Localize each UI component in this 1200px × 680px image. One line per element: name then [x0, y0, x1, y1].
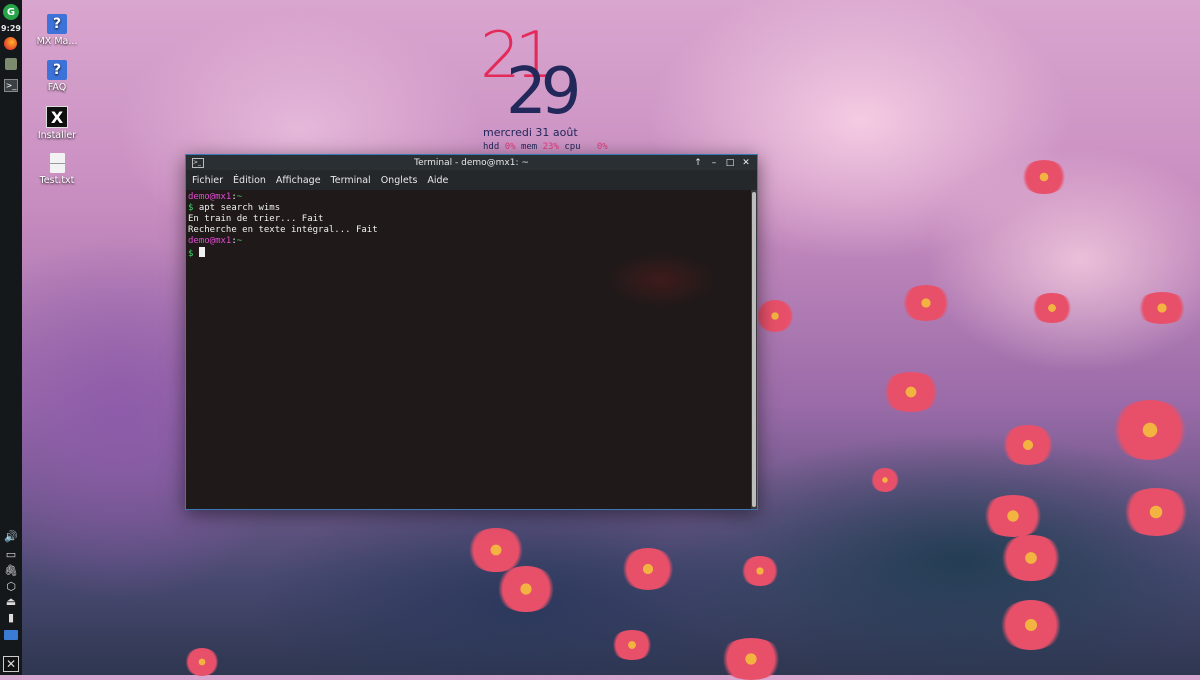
terminal-window[interactable]: >_ Terminal - demo@mx1: ~ ↑ – □ ✕ Fichie… — [185, 154, 758, 510]
file-manager-icon[interactable] — [5, 58, 17, 70]
menu-aide[interactable]: Aide — [427, 175, 448, 186]
input-line[interactable]: $ — [188, 247, 749, 259]
eject-icon[interactable]: ⏏ — [3, 593, 19, 609]
close-button[interactable]: ✕ — [741, 158, 751, 168]
mem-value: 23% — [542, 142, 559, 152]
prompt-user: demo@mx1 — [188, 192, 232, 202]
keep-above-button[interactable]: ↑ — [693, 158, 703, 168]
prompt-line: demo@mx1:~ — [188, 192, 749, 203]
window-title: Terminal - demo@mx1: ~ — [414, 157, 529, 168]
installer-icon: X — [46, 106, 68, 128]
hdd-value: 0% — [504, 142, 516, 152]
desktop-icon-label: FAQ — [47, 82, 67, 93]
window-titlebar[interactable]: >_ Terminal - demo@mx1: ~ ↑ – □ ✕ — [186, 155, 757, 170]
menu-fichier[interactable]: Fichier — [192, 175, 223, 186]
menu-bar: Fichier Édition Affichage Terminal Ongle… — [186, 170, 757, 190]
menu-edition[interactable]: Édition — [233, 175, 266, 186]
conky-stats: hdd 0% mem 23% cpu 0% — [483, 142, 608, 152]
g-app-icon[interactable]: G — [3, 4, 19, 20]
desktop-icon-installer[interactable]: X Installer — [24, 106, 90, 141]
network-icon[interactable] — [4, 630, 18, 640]
minimize-button[interactable]: – — [709, 158, 719, 168]
volume-icon[interactable]: 🔊 — [3, 528, 19, 544]
menu-onglets[interactable]: Onglets — [381, 175, 418, 186]
mem-label: mem — [520, 142, 538, 152]
desktop-icon-test-txt[interactable]: Test.txt — [24, 153, 90, 186]
help-icon: ? — [47, 14, 67, 34]
cpu-label: cpu — [564, 142, 581, 152]
battery-icon[interactable]: ▮ — [3, 609, 19, 625]
prompt-line: demo@mx1:~ — [188, 236, 749, 247]
prompt-user: demo@mx1 — [188, 236, 232, 246]
firefox-icon[interactable] — [4, 37, 17, 50]
desktop-icon-label: Test.txt — [39, 175, 75, 186]
scrollbar-thumb[interactable] — [752, 192, 756, 507]
text-cursor — [198, 247, 205, 257]
prompt-symbol: $ — [188, 249, 194, 259]
clip-icon[interactable]: 🖇 — [3, 562, 19, 578]
desktop-icon-mx-manual[interactable]: ? MX Ma... — [24, 14, 90, 47]
panel-clock[interactable]: 9:29 — [0, 24, 22, 33]
desktop-icon-label: Installer — [37, 130, 77, 141]
menu-terminal[interactable]: Terminal — [331, 175, 371, 186]
mx-menu-icon[interactable]: ✕ — [3, 656, 19, 672]
cpu-value: 0% — [596, 142, 608, 152]
left-panel: G 9:29 >_ 🔊 ▭ 🖇 ⬡ ⏏ ▮ ✕ — [0, 0, 22, 675]
scrollbar[interactable] — [751, 190, 757, 509]
box-icon[interactable]: ⬡ — [3, 578, 19, 594]
terminal-output[interactable]: demo@mx1:~ $ apt search wims En train de… — [186, 190, 751, 509]
command-line: $ apt search wims — [188, 203, 749, 214]
conky-minute: 29 — [506, 55, 581, 129]
terminal-launcher-icon[interactable]: >_ — [4, 79, 18, 92]
screen-icon[interactable]: ▭ — [3, 546, 19, 562]
menu-affichage[interactable]: Affichage — [276, 175, 321, 186]
conky-widget: 21 29 mercredi 31 août hdd 0% mem 23% cp… — [480, 24, 620, 158]
text-file-icon — [49, 153, 65, 173]
hdd-label: hdd — [483, 142, 500, 152]
prompt-path: ~ — [236, 236, 243, 246]
conky-date: mercredi 31 août — [483, 126, 578, 139]
desktop-icon-label: MX Ma... — [36, 36, 78, 47]
desktop-icon-faq[interactable]: ? FAQ — [24, 60, 90, 93]
output-line: Recherche en texte intégral... Fait — [188, 225, 378, 235]
help-icon: ? — [47, 60, 67, 80]
command-text: apt search wims — [193, 203, 281, 213]
maximize-button[interactable]: □ — [725, 158, 735, 168]
prompt-path: ~ — [236, 192, 243, 202]
output-line: En train de trier... Fait — [188, 214, 324, 224]
